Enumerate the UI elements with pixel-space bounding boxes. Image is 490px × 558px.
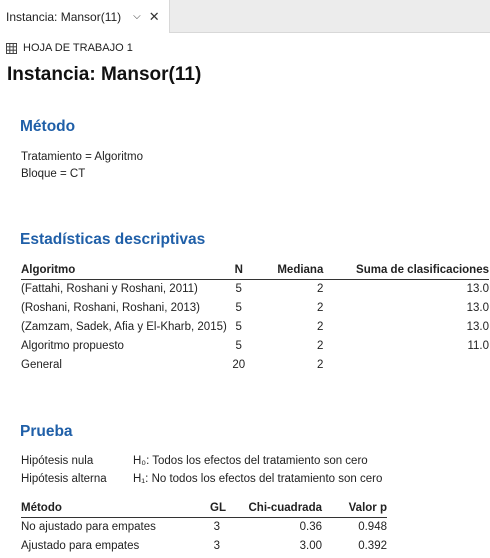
table-header-row: Algoritmo N Mediana Suma de clasificacio…: [21, 261, 489, 280]
cell-n: 5: [235, 320, 242, 333]
table-row: (Roshani, Roshani, Roshani, 2013) 5 2 13…: [21, 298, 489, 317]
chevron-down-icon[interactable]: ⌵: [133, 11, 141, 22]
cell-n: 20: [232, 358, 246, 371]
grid-icon: [6, 42, 17, 54]
cell-algoritmo: Algoritmo propuesto: [21, 339, 124, 352]
null-hypothesis-text: H₀: Todos los efectos del tratamiento so…: [133, 455, 368, 467]
cell-p: 0.392: [358, 539, 387, 552]
table-row: General 20 2: [21, 355, 489, 374]
cell-suma: 13.0: [466, 320, 489, 333]
cell-mediana: 2: [316, 320, 324, 333]
col-header-gl: GL: [186, 499, 226, 518]
method-treatment: Tratamiento = Algoritmo: [21, 151, 143, 163]
cell-suma: 13.0: [466, 301, 489, 314]
cell-suma: 11.0: [467, 339, 489, 352]
worksheet-label: HOJA DE TRABAJO 1: [6, 40, 133, 56]
col-header-metodo: Método: [21, 499, 186, 518]
cell-algoritmo: (Fattahi, Roshani y Roshani, 2011): [21, 282, 198, 295]
col-header-n: N: [226, 261, 251, 280]
table-row: No ajustado para empates 3 0.36 0.948: [21, 517, 387, 536]
col-header-algoritmo: Algoritmo: [21, 261, 227, 280]
test-table: Método GL Chi-cuadrada Valor p No ajusta…: [21, 499, 387, 555]
table-row: Ajustado para empates 3 3.00 0.392: [21, 536, 387, 555]
test-heading: Prueba: [20, 423, 73, 440]
cell-gl: 3: [213, 520, 220, 533]
alt-hypothesis-label: Hipótesis alterna: [21, 473, 107, 485]
cell-metodo: Ajustado para empates: [21, 539, 140, 552]
table-header-row: Método GL Chi-cuadrada Valor p: [21, 499, 387, 518]
cell-algoritmo: (Zamzam, Sadek, Afia y El-Kharb, 2015): [21, 320, 227, 333]
cell-metodo: No ajustado para empates: [21, 520, 156, 533]
cell-suma: 13.0: [466, 282, 489, 295]
descriptive-table: Algoritmo N Mediana Suma de clasificacio…: [21, 261, 489, 374]
cell-mediana: 2: [316, 282, 324, 295]
cell-n: 5: [235, 339, 242, 352]
cell-algoritmo: General: [21, 358, 62, 371]
cell-mediana: 2: [316, 339, 324, 352]
cell-chi: 3.00: [299, 539, 322, 552]
cell-algoritmo: (Roshani, Roshani, Roshani, 2013): [21, 301, 200, 314]
tab-instancia[interactable]: Instancia: Mansor(11) ⌵ ✕: [0, 0, 170, 33]
method-block: Bloque = CT: [21, 168, 86, 180]
col-header-p: Valor p: [322, 499, 387, 518]
alt-hypothesis-text: H₁: No todos los efectos del tratamiento…: [133, 473, 383, 485]
col-header-suma: Suma de clasificaciones: [323, 261, 489, 280]
table-row: (Zamzam, Sadek, Afia y El-Kharb, 2015) 5…: [21, 317, 489, 336]
col-header-mediana: Mediana: [250, 261, 324, 280]
page-title: Instancia: Mansor(11): [7, 64, 202, 85]
cell-p: 0.948: [358, 520, 387, 533]
cell-suma: [323, 355, 489, 374]
cell-mediana: 2: [316, 358, 324, 371]
tab-label: Instancia: Mansor(11): [6, 9, 122, 24]
method-heading: Método: [20, 118, 76, 135]
cell-mediana: 2: [316, 301, 324, 314]
cell-chi: 0.36: [299, 520, 322, 533]
table-row: Algoritmo propuesto 5 2 11.0: [21, 336, 489, 355]
worksheet-name: HOJA DE TRABAJO 1: [23, 42, 133, 54]
tab-bar: Instancia: Mansor(11) ⌵ ✕: [0, 0, 490, 33]
descriptive-heading: Estadísticas descriptivas: [20, 231, 206, 248]
table-row: (Fattahi, Roshani y Roshani, 2011) 5 2 1…: [21, 279, 489, 298]
cell-gl: 3: [213, 539, 220, 552]
close-icon[interactable]: ✕: [149, 9, 160, 25]
cell-n: 5: [235, 282, 242, 295]
cell-n: 5: [235, 301, 242, 314]
col-header-chi: Chi-cuadrada: [226, 499, 322, 518]
null-hypothesis-label: Hipótesis nula: [21, 455, 94, 467]
